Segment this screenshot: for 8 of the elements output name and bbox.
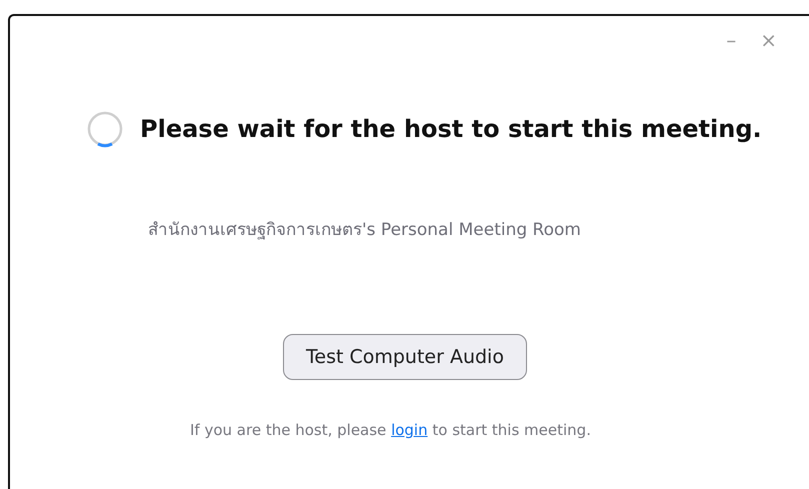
loading-spinner-icon xyxy=(86,110,124,148)
login-link[interactable]: login xyxy=(391,421,428,439)
minimize-button[interactable]: – xyxy=(722,30,740,50)
close-button[interactable]: × xyxy=(756,30,781,50)
waiting-message: Please wait for the host to start this meeting. xyxy=(140,114,762,145)
meeting-room-name: สำนักงานเศรษฐกิจการเกษตร's Personal Meeting Room xyxy=(148,220,581,240)
host-login-hint: If you are the host, please login to start this meeting. xyxy=(190,421,591,439)
test-computer-audio-button[interactable]: Test Computer Audio xyxy=(283,334,527,380)
